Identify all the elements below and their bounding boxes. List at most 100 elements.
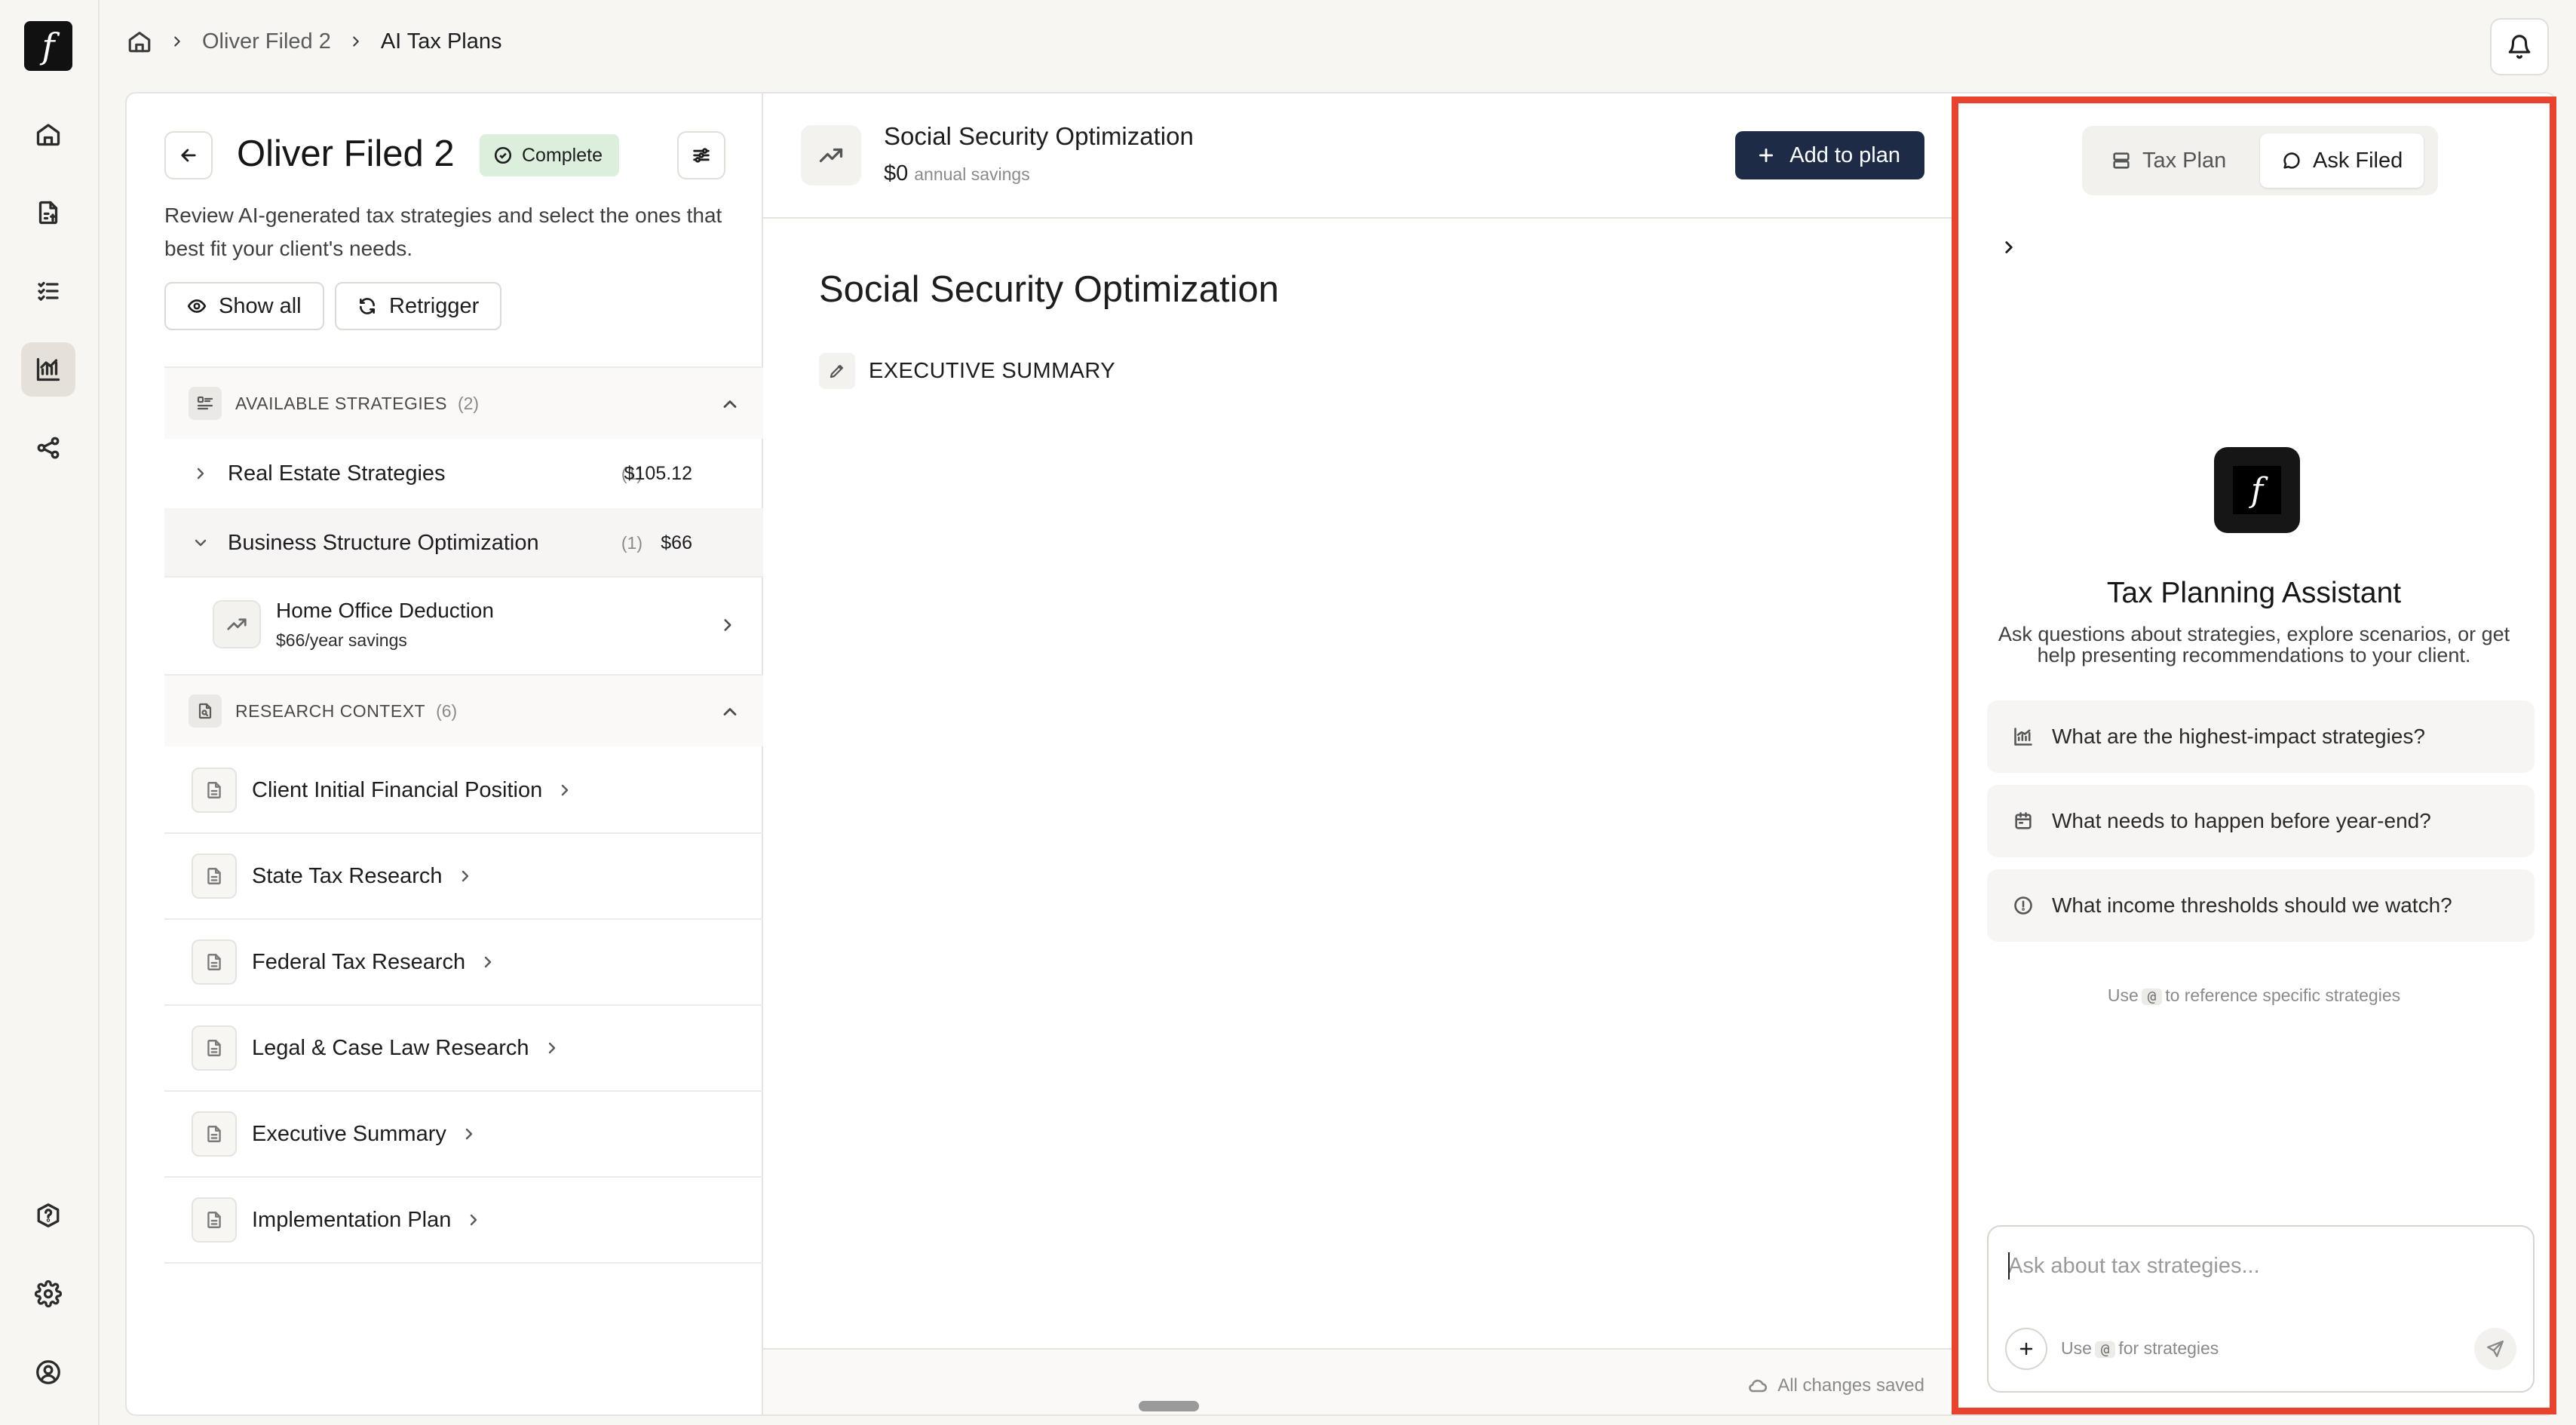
plus-icon <box>1759 149 1774 162</box>
research-context-header[interactable]: RESEARCH CONTEXT (6) <box>164 674 763 746</box>
detail-footer: All changes saved <box>763 1348 1953 1414</box>
suggestion-label: What are the highest-impact strategies? <box>2052 725 2425 748</box>
settings-icon[interactable] <box>21 1267 75 1321</box>
strategy-detail: Social Security Optimization $0 annual sa… <box>763 93 1953 1414</box>
composer-hint-key: @ <box>2094 1341 2116 1358</box>
assistant-logo: f <box>2214 447 2300 533</box>
chart-icon[interactable] <box>21 342 75 397</box>
category-name: Business Structure Optimization <box>228 530 539 555</box>
research-item[interactable]: Implementation Plan <box>164 1178 763 1264</box>
category-real-estate[interactable]: Real Estate Strategies (1) $105.12 <box>164 439 763 508</box>
detail-header-title: Social Security Optimization <box>884 122 1194 150</box>
logo-glyph: f <box>41 26 55 66</box>
available-strategies-count: (2) <box>457 393 480 413</box>
assistant-logo-glyph: f <box>2233 466 2281 514</box>
chart-icon <box>2014 728 2032 746</box>
research-item[interactable]: Legal & Case Law Research <box>164 1006 763 1092</box>
retrigger-button[interactable]: Retrigger <box>335 282 502 330</box>
status-badge: Complete <box>480 134 619 176</box>
research-item[interactable]: Federal Tax Research <box>164 920 763 1006</box>
research-item-label: Executive Summary <box>252 1121 446 1146</box>
strategy-title: Home Office Deduction <box>276 599 494 622</box>
top-bar: Oliver Filed 2 AI Tax Plans <box>100 0 2576 90</box>
suggestion-highest-impact[interactable]: What are the highest-impact strategies? <box>1987 700 2535 773</box>
app-logo[interactable]: f <box>24 21 72 71</box>
document-icon <box>192 1025 237 1071</box>
checklist-icon[interactable] <box>21 264 75 318</box>
chevron-right-icon <box>353 36 359 47</box>
notifications-button[interactable] <box>2490 18 2549 75</box>
calendar-icon <box>2015 812 2032 829</box>
user-icon[interactable] <box>21 1345 75 1399</box>
research-context-count: (6) <box>436 700 458 721</box>
home-icon[interactable] <box>21 107 75 161</box>
document-icon <box>192 853 237 899</box>
document-icon <box>192 768 237 813</box>
resize-handle[interactable] <box>1139 1401 1199 1411</box>
assistant-title: Tax Planning Assistant <box>2106 577 2402 609</box>
breadcrumb-client[interactable]: Oliver Filed 2 <box>202 29 331 54</box>
chevron-right-icon[interactable] <box>1999 238 2019 257</box>
bell-icon <box>2508 35 2531 59</box>
trending-up-icon <box>213 600 261 648</box>
panel-description: Review AI-generated tax strategies and s… <box>164 204 722 260</box>
category-business-structure[interactable]: Business Structure Optimization (1) $66 <box>164 508 763 578</box>
arrow-left-icon <box>181 149 196 162</box>
pencil-icon[interactable] <box>819 353 855 389</box>
strategy-home-office[interactable]: Home Office Deduction $66/year savings <box>164 576 763 673</box>
strategies-panel: Oliver Filed 2 Complete Review AI-genera… <box>127 93 763 1414</box>
home-icon[interactable] <box>127 29 152 54</box>
chevron-right-icon <box>562 784 569 796</box>
add-to-plan-label: Add to plan <box>1789 142 1900 167</box>
suggestion-year-end[interactable]: What needs to happen before year-end? <box>1987 785 2535 857</box>
detail-savings: $0 annual savings <box>884 161 1030 186</box>
suggestion-label: What needs to happen before year-end? <box>2052 809 2431 832</box>
tab-ask-filed[interactable]: Ask Filed <box>2260 133 2424 188</box>
detail-header: Social Security Optimization $0 annual sa… <box>763 93 1953 219</box>
chat-icon <box>2283 152 2300 169</box>
document-icon <box>192 939 237 985</box>
research-item-label: Client Initial Financial Position <box>252 777 543 802</box>
breadcrumb-current: AI Tax Plans <box>380 29 502 54</box>
plus-icon <box>2019 1342 2033 1356</box>
help-icon[interactable] <box>21 1188 75 1243</box>
tab-tax-plan-label: Tax Plan <box>2142 148 2227 173</box>
executive-summary-section: EXECUTIVE SUMMARY <box>819 353 1115 389</box>
tab-tax-plan[interactable]: Tax Plan <box>2090 133 2247 188</box>
attach-button[interactable] <box>2005 1328 2047 1370</box>
cloud-icon <box>1749 1379 1768 1393</box>
suggestion-income-thresholds[interactable]: What income thresholds should we watch? <box>1987 869 2535 942</box>
chat-input[interactable] <box>2008 1251 2506 1281</box>
chevron-right-icon <box>484 956 492 968</box>
chevron-right-icon <box>471 1214 477 1226</box>
research-item[interactable]: Client Initial Financial Position <box>164 748 763 834</box>
document-dollar-icon[interactable] <box>21 185 75 240</box>
research-item-label: Federal Tax Research <box>252 949 466 974</box>
detail-savings-amount: $0 <box>884 161 909 185</box>
alert-circle-icon <box>2014 896 2032 915</box>
research-item-label: Legal & Case Law Research <box>252 1035 529 1060</box>
add-to-plan-button[interactable]: Add to plan <box>1735 131 1924 179</box>
chevron-up-icon[interactable] <box>719 394 741 415</box>
send-button[interactable] <box>2474 1328 2516 1370</box>
hint-prefix: Use <box>2107 985 2139 1005</box>
category-amount: $66 <box>661 532 692 553</box>
research-context-label: RESEARCH CONTEXT <box>235 700 426 721</box>
text-caret <box>2008 1252 2010 1279</box>
eye-icon <box>187 299 207 313</box>
chevron-right-icon <box>724 619 731 631</box>
back-button[interactable] <box>164 131 213 179</box>
trending-up-icon <box>801 125 861 185</box>
panel-toggle: Tax Plan Ask Filed <box>2082 126 2438 195</box>
research-item[interactable]: Executive Summary <box>164 1092 763 1178</box>
available-strategies-header[interactable]: AVAILABLE STRATEGIES (2) <box>164 366 763 439</box>
show-all-button[interactable]: Show all <box>164 282 324 330</box>
tab-ask-filed-label: Ask Filed <box>2313 148 2403 173</box>
send-icon <box>2487 1341 2504 1357</box>
suggestion-label: What income thresholds should we watch? <box>2052 893 2452 917</box>
filter-settings-button[interactable] <box>677 131 725 179</box>
sliders-icon <box>693 148 710 163</box>
share-icon[interactable] <box>21 421 75 475</box>
chevron-up-icon[interactable] <box>719 701 741 722</box>
research-item[interactable]: State Tax Research <box>164 834 763 920</box>
